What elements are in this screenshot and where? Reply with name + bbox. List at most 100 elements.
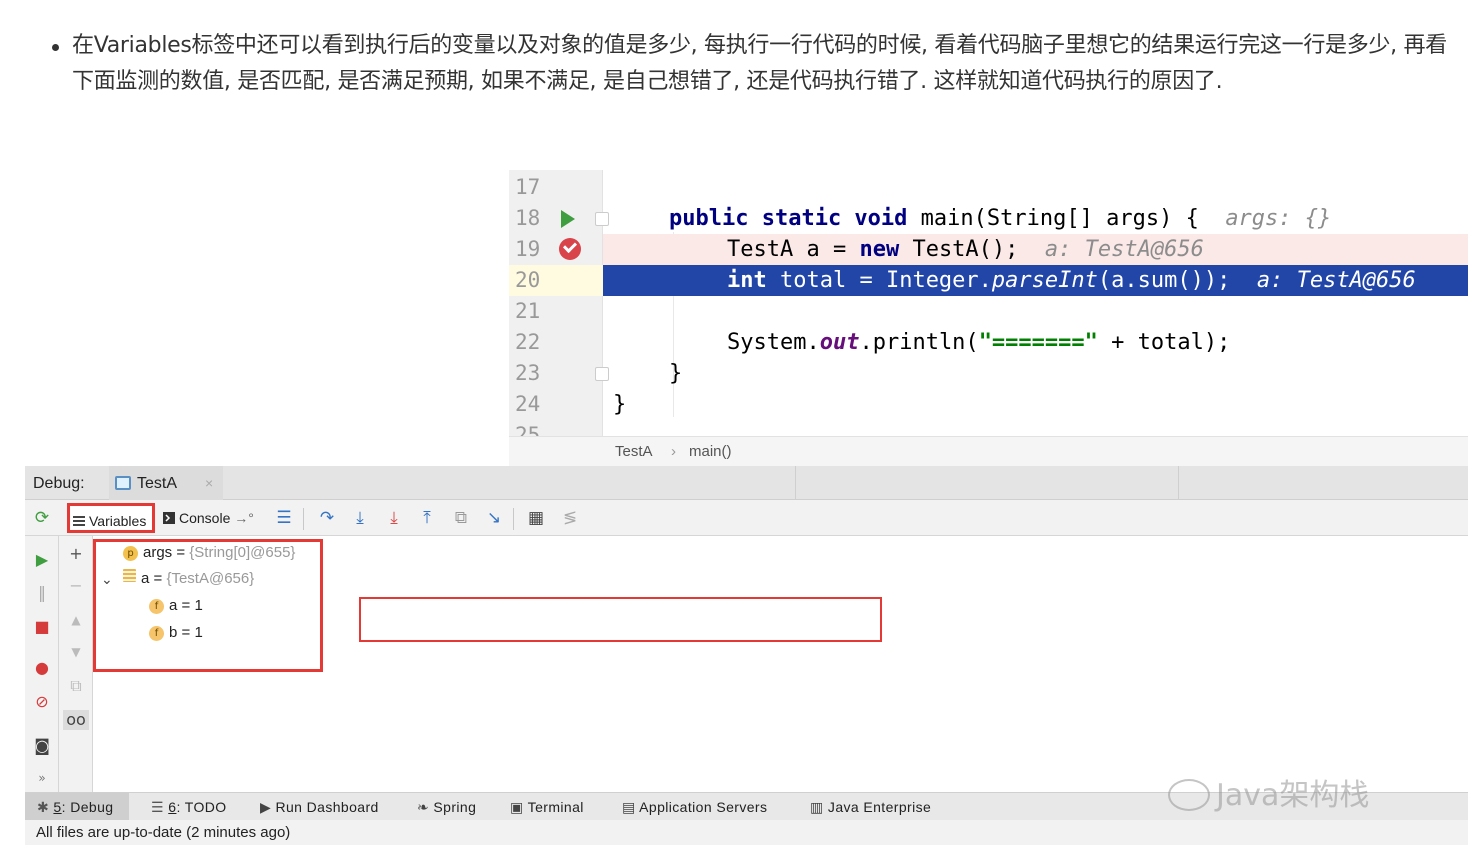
inline-debug-hint: a: TestA@656 [1256, 268, 1416, 293]
highlight-box [93, 539, 323, 672]
code-text: System. [727, 330, 820, 355]
breadcrumb-method[interactable]: main() [689, 443, 732, 460]
step-over-icon[interactable]: ↷ [317, 508, 337, 528]
more-icon[interactable]: » [32, 768, 52, 788]
code-text: total = Integer. [766, 268, 992, 293]
move-down-icon[interactable]: ▼ [66, 642, 86, 662]
highlight-box [359, 597, 882, 642]
breakpoint-icon[interactable] [559, 238, 581, 260]
code-keyword: public static void [669, 206, 908, 231]
resume-icon[interactable]: ▶ [32, 550, 52, 570]
step-into-icon[interactable]: ⤓ [350, 508, 370, 528]
tool-java-enterprise[interactable]: ▥ Java Enterprise [810, 799, 931, 816]
debug-label: Debug: [33, 475, 85, 492]
tool-spring-label: Spring [433, 799, 477, 815]
tool-terminal[interactable]: ▣ Terminal [510, 799, 584, 816]
tool-spring[interactable]: ❧ Spring [417, 799, 476, 816]
tool-debug-num: 5 [53, 799, 62, 815]
debug-session-tab[interactable]: TestA × [109, 466, 223, 500]
tool-debug[interactable]: ✱ 5: Debug [37, 799, 113, 816]
code-line[interactable]: 22 System.out.println("=======" + total)… [509, 327, 1468, 358]
code-method: parseInt [991, 268, 1098, 293]
trace-icon[interactable]: ≶ [560, 508, 580, 528]
camera-icon[interactable]: ◙ [32, 736, 52, 756]
bullet-icon [52, 44, 59, 51]
breadcrumb: TestA › main() [509, 436, 1468, 466]
variables-icon [73, 516, 85, 526]
breadcrumb-class[interactable]: TestA [615, 443, 653, 460]
tool-terminal-label: Terminal [527, 799, 584, 815]
frames-menu-icon[interactable]: ☰ [274, 508, 294, 528]
move-up-icon[interactable]: ▲ [66, 610, 86, 630]
mute-breakpoints-icon[interactable]: ⊘ [32, 692, 52, 712]
copy-icon[interactable]: ⧉ [66, 676, 86, 696]
force-step-into-icon[interactable]: ⤓ [384, 508, 404, 528]
debug-toolbar: ⟳ Variables Console →° ☰ ↷ ⤓ ⤓ ⤒ ⧉ ↘ ▦ ≶ [25, 500, 1468, 536]
console-icon [163, 512, 175, 524]
tab-variables[interactable]: Variables [67, 503, 155, 533]
code-keyword: int [727, 268, 767, 293]
code-text: + total); [1097, 330, 1231, 355]
tool-run-dashboard-label: Run Dashboard [275, 799, 379, 815]
line-number: 20 [515, 268, 541, 292]
run-gutter-icon[interactable] [561, 210, 575, 228]
tool-application-servers[interactable]: ▤ Application Servers [622, 799, 767, 816]
tool-todo-label: : TODO [176, 799, 227, 815]
close-icon[interactable]: × [205, 475, 213, 491]
run-to-cursor-icon[interactable]: ↘ [484, 508, 504, 528]
code-text: TestA(); [899, 237, 1045, 262]
tool-debug-label: : Debug [61, 799, 114, 815]
code-editor[interactable]: 17 18 public static void main(String[] a… [509, 170, 1468, 466]
article-paragraph: 在Variables标签中还可以看到执行后的变量以及对象的值是多少, 每执行一行… [72, 33, 1447, 94]
code-text: } [613, 392, 627, 417]
session-tab-label: TestA [137, 475, 178, 492]
divider [1178, 466, 1179, 500]
inline-debug-hint: a: TestA@656 [1044, 237, 1204, 262]
code-line-current[interactable]: 20 int total = Integer.parseInt(a.sum())… [509, 265, 1468, 296]
view-breakpoints-icon[interactable]: ● [32, 658, 52, 678]
code-keyword: new [859, 237, 900, 262]
line-number: 22 [515, 330, 541, 354]
breadcrumb-separator-icon: › [671, 443, 676, 460]
code-text: .println( [859, 330, 979, 355]
code-string: "=======" [978, 330, 1098, 355]
tab-console[interactable]: Console →° [159, 503, 267, 533]
session-icon [115, 476, 131, 490]
drop-frame-icon[interactable]: ⧉ [451, 508, 471, 528]
remove-watch-icon[interactable]: − [66, 576, 86, 596]
code-text: TestA a = [727, 237, 860, 262]
tool-run-dashboard[interactable]: ▶ Run Dashboard [260, 799, 379, 816]
add-watch-icon[interactable]: + [66, 544, 86, 564]
line-number: 18 [515, 206, 541, 230]
tool-application-servers-label: Application Servers [639, 799, 768, 815]
tool-todo[interactable]: ☰ 6: TODO [151, 799, 227, 816]
code-text: (a.sum()); [1097, 268, 1257, 293]
rerun-icon[interactable]: ⟳ [32, 508, 52, 528]
tab-console-label: Console [179, 510, 231, 526]
fold-icon[interactable] [595, 212, 609, 226]
step-out-icon[interactable]: ⤒ [417, 508, 437, 528]
code-line[interactable]: 23 } [509, 358, 1468, 389]
code-line-breakpoint[interactable]: 19 TestA a = new TestA(); a: TestA@656 [509, 234, 1468, 265]
status-message: All files are up-to-date (2 minutes ago) [36, 824, 291, 841]
fold-icon[interactable] [595, 367, 609, 381]
line-number: 17 [515, 175, 541, 199]
watches-glasses-icon[interactable]: oo [63, 710, 89, 730]
line-number: 24 [515, 392, 541, 416]
code-line[interactable]: 24 } [509, 389, 1468, 420]
code-line[interactable]: 17 [509, 172, 1468, 203]
pause-icon[interactable]: ‖ [32, 583, 52, 603]
code-line[interactable]: 18 public static void main(String[] args… [509, 203, 1468, 234]
stop-icon[interactable]: ■ [32, 617, 52, 637]
status-message-bar: All files are up-to-date (2 minutes ago) [25, 820, 1468, 845]
watermark-text: Java架构栈 [1216, 778, 1370, 813]
variables-tree[interactable]: p args = {String[0]@655} ⌄ a = {TestA@656… [93, 536, 1468, 792]
tab-variables-label: Variables [89, 513, 147, 529]
code-field: out [819, 330, 860, 355]
toolbar-separator [303, 508, 304, 530]
code-text: } [669, 361, 683, 386]
debug-title-bar: Debug: TestA × [25, 466, 1468, 500]
code-line[interactable]: 21 [509, 296, 1468, 327]
evaluate-expression-icon[interactable]: ▦ [526, 508, 546, 528]
divider [795, 466, 796, 500]
